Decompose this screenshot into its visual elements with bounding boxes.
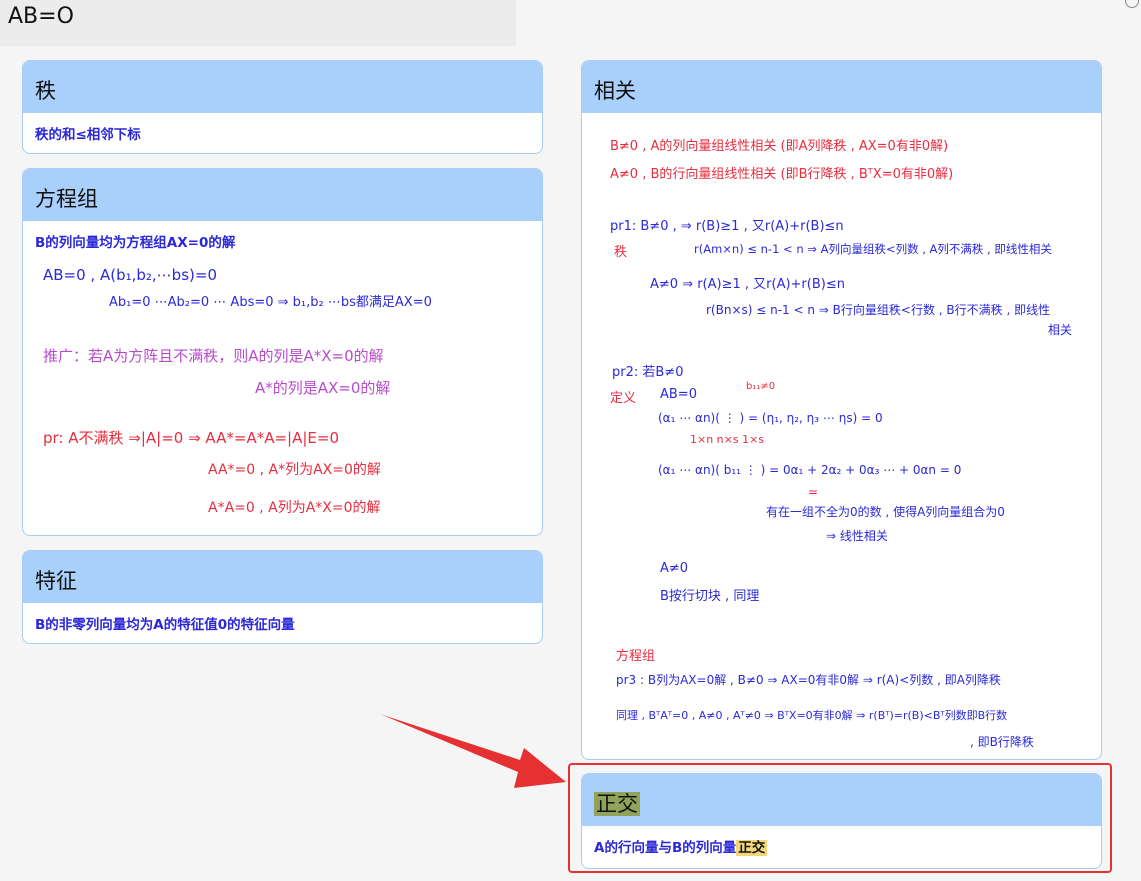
handwritten-line: pr: A不满秩 ⇒|A|=0 ⇒ AA*=A*A=|A|E=0 [43, 429, 339, 447]
card-header-rank: 秩 [23, 61, 542, 113]
handwritten-line: pr3 : B列为AX=0解 , B≠0 ⇒ AX=0有非0解 ⇒ r(A)<列… [616, 673, 1001, 687]
handwritten-line: , 即B行降秩 [970, 735, 1034, 749]
handwritten-line: pr1: B≠0 , ⇒ r(B)≥1 , 又r(A)+r(B)≤n [610, 219, 844, 234]
page-title: AB=O [8, 4, 74, 29]
handwritten-line: B按行切块 , 同理 [660, 589, 760, 604]
card-equations[interactable]: 方程组 B的列向量均为方程组AX=0的解 AB=0 , A(b₁,b₂,⋯bs)… [22, 168, 543, 536]
handwritten-line: (α₁ ⋯ αn)( b₁₁ ⋮ ) = 0α₁ + 2α₂ + 0α₃ ⋯ +… [658, 463, 962, 477]
handwritten-line: 推广：若A为方阵且不满秩，则A的列是A*X=0的解 [43, 347, 384, 365]
card-rank[interactable]: 秩 秩的和≤相邻下标 [22, 60, 543, 154]
handwritten-line: A*的列是AX=0的解 [255, 379, 391, 397]
handwritten-line: AB=0 , A(b₁,b₂,⋯bs)=0 [43, 266, 217, 284]
feature-note: B的非零列向量均为A的特征值0的特征向量 [35, 617, 295, 633]
handwritten-line: AB=0 [660, 387, 697, 402]
handwritten-line: ⇒ 线性相关 [826, 529, 888, 543]
handwritten-line: AA*=0 , A*列为AX=0的解 [208, 462, 381, 478]
handwritten-line: B≠0 , A的列向量组线性相关 (即A列降秩 , AX=0有非0解) [610, 139, 949, 154]
handwritten-line: = [808, 485, 819, 499]
handwritten-line: Ab₁=0 ⋯Ab₂=0 ⋯ Abs=0 ⇒ b₁,b₂ ⋯bs都满足AX=0 [109, 295, 432, 310]
handwritten-line: 同理 , BᵀAᵀ=0 , A≠0 , Aᵀ≠0 ⇒ BᵀX=0有非0解 ⇒ r… [616, 709, 1008, 722]
card-header-correlation: 相关 [582, 61, 1101, 113]
page-title-bar: AB=O [0, 0, 516, 46]
handwritten-line: pr2: 若B≠0 [612, 365, 684, 380]
handwritten-line: 相关 [1048, 323, 1073, 337]
handwritten-line: A≠0 [660, 561, 689, 576]
handwritten-line: 有在一组不全为0的数 , 使得A列向量组合为0 [766, 505, 1005, 519]
circle-icon[interactable] [1125, 0, 1139, 8]
card-header-feature: 特征 [23, 551, 542, 603]
card-correlation[interactable]: 相关 B≠0 , A的列向量组线性相关 (即A列降秩 , AX=0有非0解) A… [581, 60, 1102, 760]
handwritten-line: 方程组 [616, 649, 656, 664]
handwritten-line: 定义 [610, 391, 637, 406]
rank-note: 秩的和≤相邻下标 [35, 127, 141, 143]
handwritten-line: r(Am×n) ≤ n-1 < n ⇒ A列向量组秩<列数 , A列不满秩 , … [694, 242, 1052, 256]
handwritten-line: A≠0 , B的行向量组线性相关 (即B行降秩 , BᵀX=0有非0解) [610, 167, 954, 182]
handwritten-line: A≠0 ⇒ r(A)≥1 , 又r(A)+r(B)≤n [650, 277, 845, 292]
handwritten-line: r(Bn×s) ≤ n-1 < n ⇒ B行向量组秩<行数 , B行不满秩 , … [706, 303, 1051, 317]
handwritten-line: 1×n n×s 1×s [690, 433, 765, 446]
card-header-equations: 方程组 [23, 169, 542, 221]
handwritten-line: (α₁ ⋯ αn)( ⋮ ) = (η₁, η₂, η₃ ⋯ ηs) = 0 [658, 411, 883, 425]
handwritten-line: A*A=0 , A列为A*X=0的解 [208, 500, 381, 516]
card-feature[interactable]: 特征 B的非零列向量均为A的特征值0的特征向量 [22, 550, 543, 644]
focus-highlight-box [568, 763, 1112, 873]
handwritten-line: b₁₁≠0 [746, 381, 776, 392]
equations-note: B的列向量均为方程组AX=0的解 [35, 235, 236, 251]
handwritten-line: 秩 [614, 245, 628, 260]
